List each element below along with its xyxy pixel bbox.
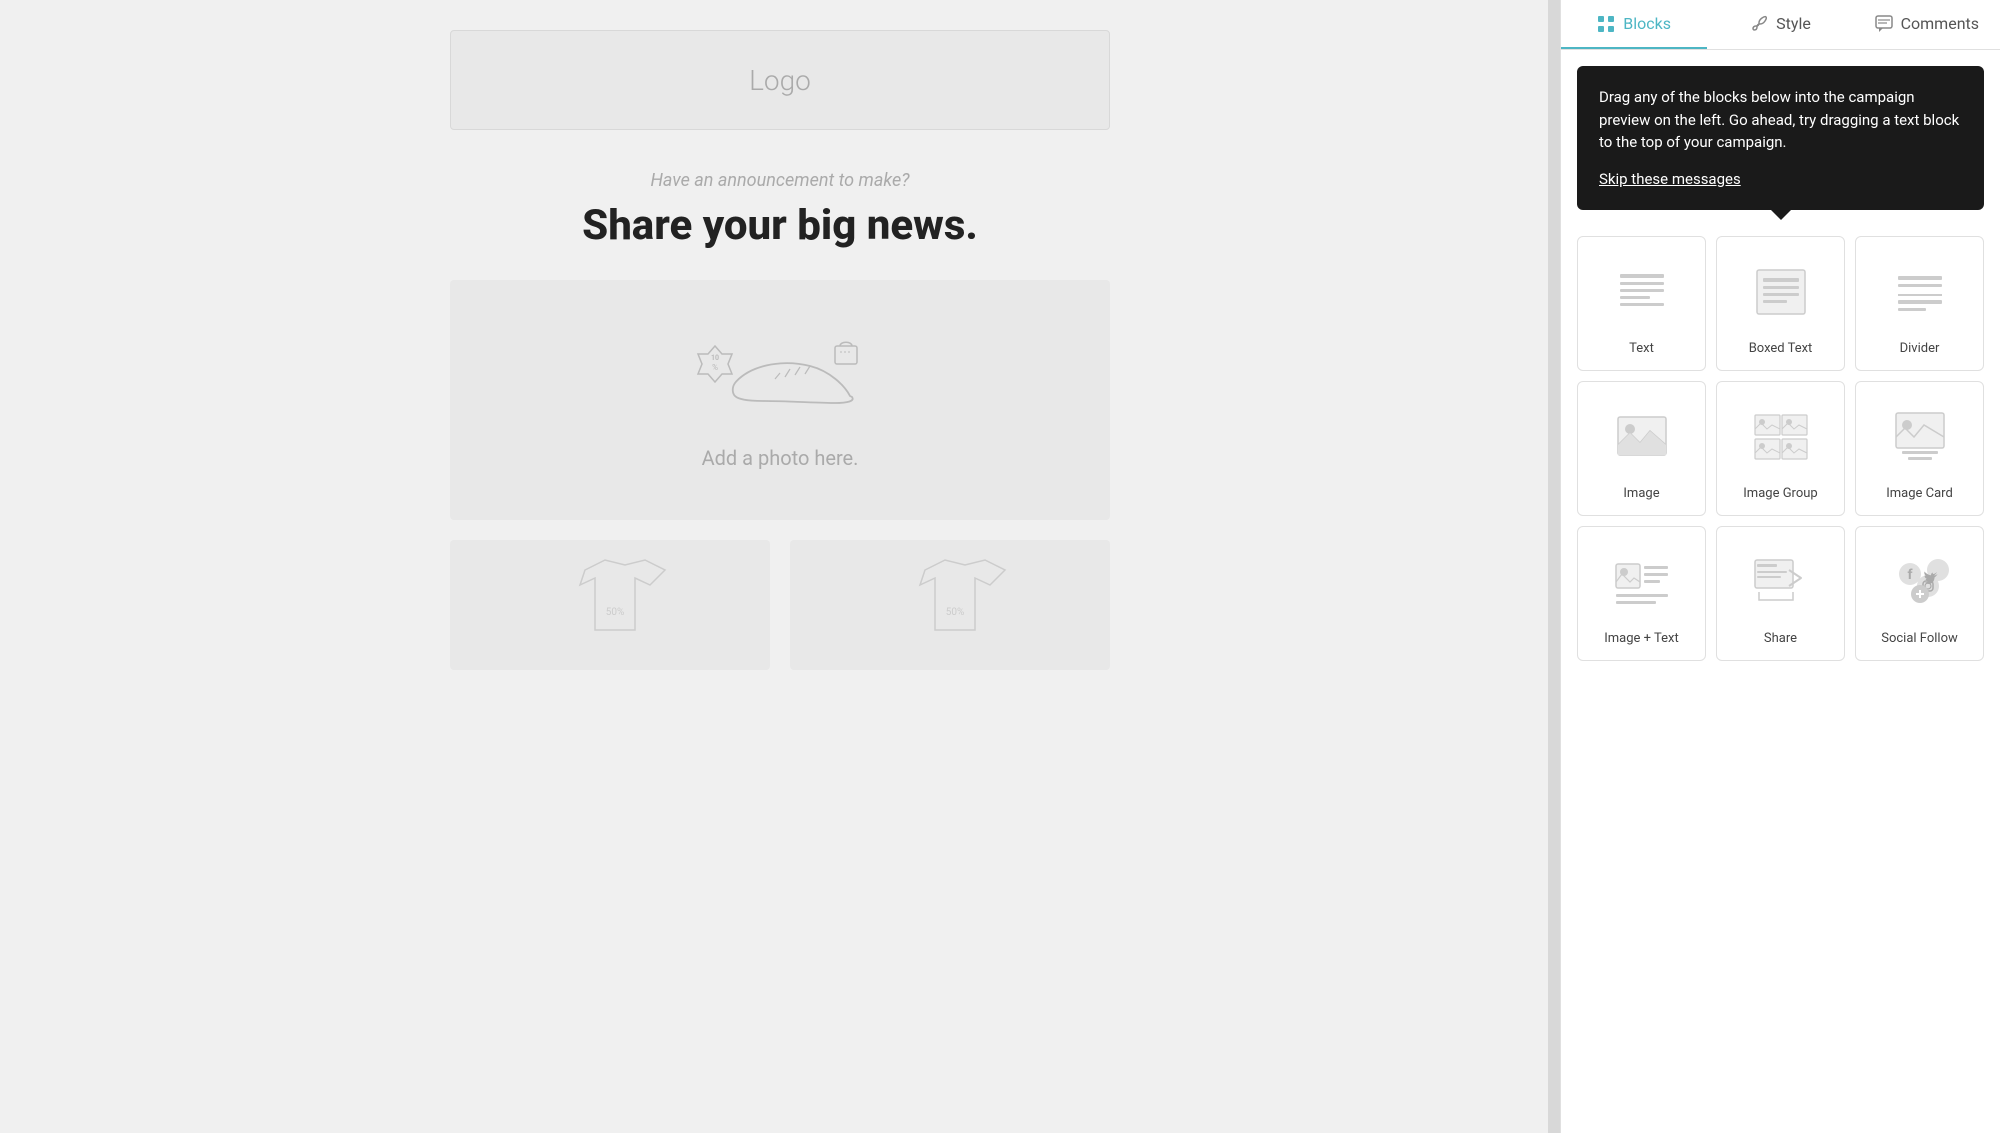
announcement-block: Have an announcement to make? Share your… (450, 170, 1110, 250)
photo-add-text: Add a photo here. (702, 446, 859, 470)
divider-block-icon (1890, 253, 1950, 331)
blocks-grid: Text Boxed Text (1561, 226, 2000, 671)
tooltip-message: Drag any of the blocks below into the ca… (1599, 86, 1962, 154)
divider-block-label: Divider (1900, 341, 1940, 356)
share-block-label: Share (1764, 631, 1797, 646)
logo-placeholder: Logo (749, 64, 811, 97)
block-item-boxed-text[interactable]: Boxed Text (1716, 236, 1845, 371)
tabs-bar: Blocks Style Comments (1561, 0, 2000, 50)
scrollbar[interactable] (1548, 0, 1560, 1133)
image-text-block-label: Image + Text (1604, 631, 1679, 646)
image-text-block-icon (1612, 543, 1672, 621)
tab-comments-label: Comments (1901, 14, 1979, 33)
col-block-right[interactable]: 50% (790, 540, 1110, 670)
two-col-row: 50% 50% (450, 540, 1110, 670)
skip-messages-link[interactable]: Skip these messages (1599, 170, 1741, 188)
svg-text:%: % (712, 363, 718, 372)
tab-blocks[interactable]: Blocks (1561, 0, 1707, 49)
text-block-icon (1612, 253, 1672, 331)
boxed-text-block-label: Boxed Text (1749, 341, 1813, 356)
tab-style[interactable]: Style (1707, 0, 1853, 49)
right-panel: Blocks Style Comments Drag any (1560, 0, 2000, 1133)
image-block-label: Image (1623, 486, 1659, 501)
tab-style-label: Style (1776, 14, 1811, 33)
preview-area: Logo Have an announcement to make? Share… (0, 0, 1560, 1133)
announcement-title: Share your big news. (450, 201, 1110, 250)
block-item-divider[interactable]: Divider (1855, 236, 1984, 371)
photo-placeholder-content: 10 % (470, 331, 1090, 470)
share-block-icon (1751, 543, 1811, 621)
paint-icon (1750, 15, 1768, 33)
image-card-block-icon (1890, 398, 1950, 476)
block-item-text[interactable]: Text (1577, 236, 1706, 371)
block-item-image-group[interactable]: Image Group (1716, 381, 1845, 516)
block-item-image-text[interactable]: Image + Text (1577, 526, 1706, 661)
svg-text:50%: 50% (946, 607, 965, 618)
block-item-image[interactable]: Image (1577, 381, 1706, 516)
tab-comments[interactable]: Comments (1854, 0, 2000, 49)
social-follow-block-label: Social Follow (1881, 631, 1958, 646)
preview-content: Logo Have an announcement to make? Share… (450, 30, 1110, 670)
svg-text:50%: 50% (606, 607, 625, 618)
block-item-social-follow[interactable]: f Social Follow (1855, 526, 1984, 661)
comment-icon (1875, 15, 1893, 33)
image-group-block-icon (1751, 398, 1811, 476)
tab-blocks-label: Blocks (1623, 14, 1671, 33)
boxed-text-block-icon (1751, 253, 1811, 331)
svg-text:10: 10 (711, 354, 719, 362)
grid-icon (1597, 15, 1615, 33)
shoe-illustration: 10 % (680, 331, 880, 431)
block-item-image-card[interactable]: Image Card (1855, 381, 1984, 516)
block-item-share[interactable]: Share (1716, 526, 1845, 661)
logo-block[interactable]: Logo (450, 30, 1110, 130)
text-block-label: Text (1629, 341, 1654, 356)
image-card-block-label: Image Card (1886, 486, 1953, 501)
image-group-block-label: Image Group (1743, 486, 1817, 501)
photo-block[interactable]: 10 % (450, 280, 1110, 520)
social-follow-block-icon: f (1890, 543, 1950, 621)
announcement-subtitle: Have an announcement to make? (450, 170, 1110, 191)
tooltip-box: Drag any of the blocks below into the ca… (1577, 66, 1984, 210)
col-block-left[interactable]: 50% (450, 540, 770, 670)
image-block-icon (1612, 398, 1672, 476)
